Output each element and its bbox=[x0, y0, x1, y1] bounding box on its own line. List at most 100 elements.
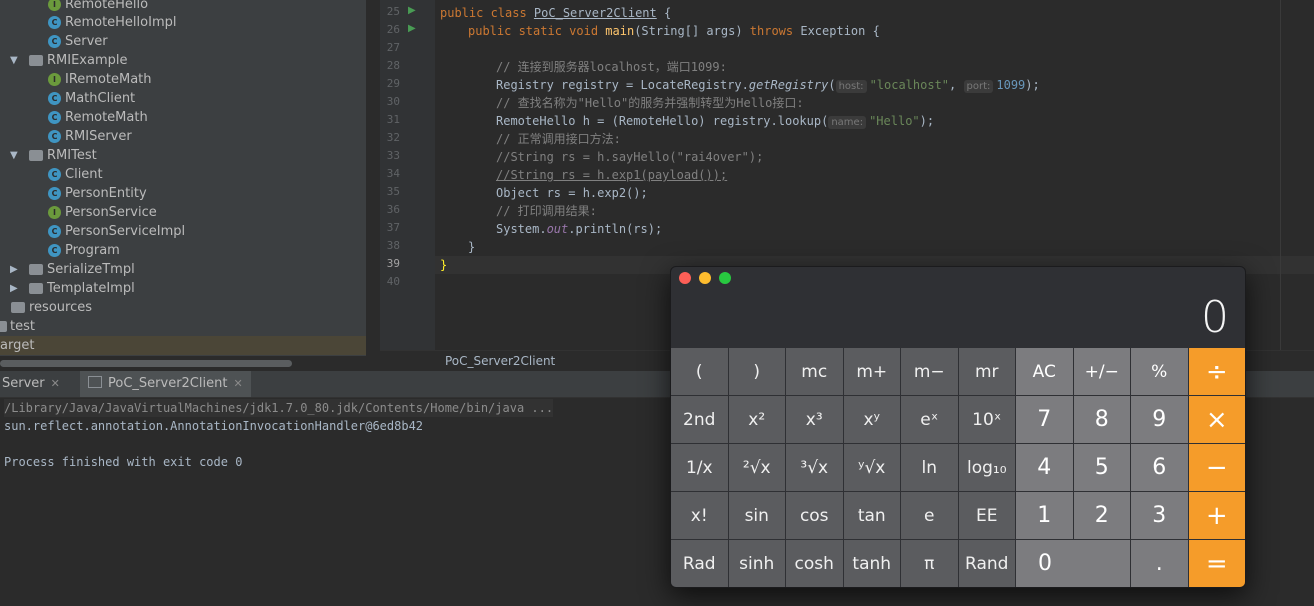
code-token: ); bbox=[919, 114, 935, 128]
key-ee[interactable]: EE bbox=[958, 492, 1015, 539]
tree-item-personservice[interactable]: I PersonService bbox=[0, 203, 366, 222]
key-close-paren[interactable]: ) bbox=[728, 348, 785, 395]
expand-arrow-icon[interactable]: ▼ bbox=[10, 51, 18, 70]
key-sinh[interactable]: sinh bbox=[728, 540, 785, 587]
class-icon: C bbox=[48, 92, 61, 105]
key-rad[interactable]: Rad bbox=[671, 540, 728, 587]
close-window-icon[interactable] bbox=[679, 272, 691, 284]
zoom-window-icon[interactable] bbox=[719, 272, 731, 284]
key-2[interactable]: 2 bbox=[1073, 492, 1130, 539]
code-token: PoC_Server2Client bbox=[533, 6, 657, 20]
collapse-arrow-icon[interactable]: ▶ bbox=[10, 279, 18, 298]
key-square-root[interactable]: ²√x bbox=[728, 444, 785, 491]
tree-item-rmiserver[interactable]: C RMIServer bbox=[0, 127, 366, 146]
tree-item-rmitest[interactable]: ▼ RMITest bbox=[0, 146, 366, 165]
key-pi[interactable]: π bbox=[901, 540, 958, 587]
key-1[interactable]: 1 bbox=[1016, 492, 1073, 539]
key-subtract[interactable]: − bbox=[1188, 444, 1245, 491]
key-memory-add[interactable]: m+ bbox=[843, 348, 900, 395]
key-cube[interactable]: x³ bbox=[786, 396, 843, 443]
close-icon[interactable]: ✕ bbox=[233, 377, 242, 390]
tree-item-target[interactable]: arget bbox=[0, 336, 366, 355]
key-cosh[interactable]: cosh bbox=[786, 540, 843, 587]
line-number: 28 bbox=[386, 59, 400, 72]
calculator-window: 0 ( ) mc m+ m− mr AC +/− % ÷ 2nd x² x³ x… bbox=[670, 266, 1246, 588]
tree-item-remotehello[interactable]: I RemoteHello bbox=[0, 0, 366, 14]
key-add[interactable]: + bbox=[1188, 492, 1245, 539]
class-icon: C bbox=[48, 225, 61, 238]
tree-item-templateimpl[interactable]: ▶ TemplateImpl bbox=[0, 279, 366, 298]
run-tab-server[interactable]: Server ✕ bbox=[0, 371, 68, 397]
tree-item-serializetmpl[interactable]: ▶ SerializeTmpl bbox=[0, 260, 366, 279]
key-exp[interactable]: eˣ bbox=[901, 396, 958, 443]
line-number: 29 bbox=[386, 77, 400, 90]
key-cos[interactable]: cos bbox=[786, 492, 843, 539]
key-tan[interactable]: tan bbox=[843, 492, 900, 539]
key-7[interactable]: 7 bbox=[1016, 396, 1073, 443]
key-negate[interactable]: +/− bbox=[1073, 348, 1130, 395]
key-memory-recall[interactable]: mr bbox=[958, 348, 1015, 395]
key-3[interactable]: 3 bbox=[1131, 492, 1188, 539]
line-number: 26 bbox=[386, 23, 400, 36]
key-equals[interactable]: = bbox=[1188, 540, 1245, 587]
key-second[interactable]: 2nd bbox=[671, 396, 728, 443]
key-percent[interactable]: % bbox=[1131, 348, 1188, 395]
key-divide[interactable]: ÷ bbox=[1188, 348, 1245, 395]
key-square[interactable]: x² bbox=[728, 396, 785, 443]
key-e[interactable]: e bbox=[901, 492, 958, 539]
run-class-icon[interactable]: ▶ bbox=[408, 5, 416, 16]
key-8[interactable]: 8 bbox=[1073, 396, 1130, 443]
key-multiply[interactable]: × bbox=[1188, 396, 1245, 443]
key-cube-root[interactable]: ³√x bbox=[786, 444, 843, 491]
run-main-icon[interactable]: ▶ bbox=[408, 23, 416, 34]
key-6[interactable]: 6 bbox=[1131, 444, 1188, 491]
calculator-titlebar[interactable] bbox=[671, 267, 1245, 289]
tree-item-client[interactable]: C Client bbox=[0, 165, 366, 184]
expand-arrow-icon[interactable]: ▼ bbox=[10, 146, 18, 165]
tree-item-mathclient[interactable]: C MathClient bbox=[0, 89, 366, 108]
key-4[interactable]: 4 bbox=[1016, 444, 1073, 491]
key-power[interactable]: xʸ bbox=[843, 396, 900, 443]
tree-horizontal-scrollbar[interactable] bbox=[0, 360, 292, 367]
tree-item-remotehelloimpl[interactable]: C RemoteHelloImpl bbox=[0, 13, 366, 32]
key-0[interactable]: 0 bbox=[1016, 540, 1130, 587]
key-reciprocal[interactable]: 1/x bbox=[671, 444, 728, 491]
tree-item-server[interactable]: C Server bbox=[0, 32, 366, 51]
parameter-hint: name: bbox=[828, 116, 867, 129]
tree-item-personentity[interactable]: C PersonEntity bbox=[0, 184, 366, 203]
key-ln[interactable]: ln bbox=[901, 444, 958, 491]
close-icon[interactable]: ✕ bbox=[51, 377, 60, 390]
key-memory-clear[interactable]: mc bbox=[786, 348, 843, 395]
key-rand[interactable]: Rand bbox=[958, 540, 1015, 587]
key-sin[interactable]: sin bbox=[728, 492, 785, 539]
class-icon: C bbox=[48, 244, 61, 257]
breadcrumb-item[interactable]: PoC_Server2Client bbox=[445, 351, 555, 371]
tree-item-test[interactable]: test bbox=[0, 317, 366, 336]
run-tab-poc-server2client[interactable]: PoC_Server2Client ✕ bbox=[80, 371, 251, 397]
tree-item-label: test bbox=[10, 319, 35, 334]
key-5[interactable]: 5 bbox=[1073, 444, 1130, 491]
key-memory-subtract[interactable]: m− bbox=[901, 348, 958, 395]
key-open-paren[interactable]: ( bbox=[671, 348, 728, 395]
key-all-clear[interactable]: AC bbox=[1016, 348, 1073, 395]
key-nth-root[interactable]: ʸ√x bbox=[843, 444, 900, 491]
tree-item-personserviceimpl[interactable]: C PersonServiceImpl bbox=[0, 222, 366, 241]
tree-item-rmiexample[interactable]: ▼ RMIExample bbox=[0, 51, 366, 70]
tree-item-iremotemath[interactable]: I IRemoteMath bbox=[0, 70, 366, 89]
key-tanh[interactable]: tanh bbox=[843, 540, 900, 587]
class-icon: C bbox=[48, 130, 61, 143]
line-number: 25 bbox=[386, 5, 400, 18]
tree-item-resources[interactable]: resources bbox=[0, 298, 366, 317]
key-decimal[interactable]: . bbox=[1131, 540, 1188, 587]
key-factorial[interactable]: x! bbox=[671, 492, 728, 539]
tree-item-program[interactable]: C Program bbox=[0, 241, 366, 260]
key-log10[interactable]: log₁₀ bbox=[958, 444, 1015, 491]
tree-item-label: TemplateImpl bbox=[47, 281, 135, 296]
tree-item-remotemath[interactable]: C RemoteMath bbox=[0, 108, 366, 127]
collapse-arrow-icon[interactable]: ▶ bbox=[10, 260, 18, 279]
code-token: main bbox=[605, 24, 635, 38]
key-ten-power[interactable]: 10ˣ bbox=[958, 396, 1015, 443]
minimize-window-icon[interactable] bbox=[699, 272, 711, 284]
class-icon: C bbox=[48, 168, 61, 181]
key-9[interactable]: 9 bbox=[1131, 396, 1188, 443]
